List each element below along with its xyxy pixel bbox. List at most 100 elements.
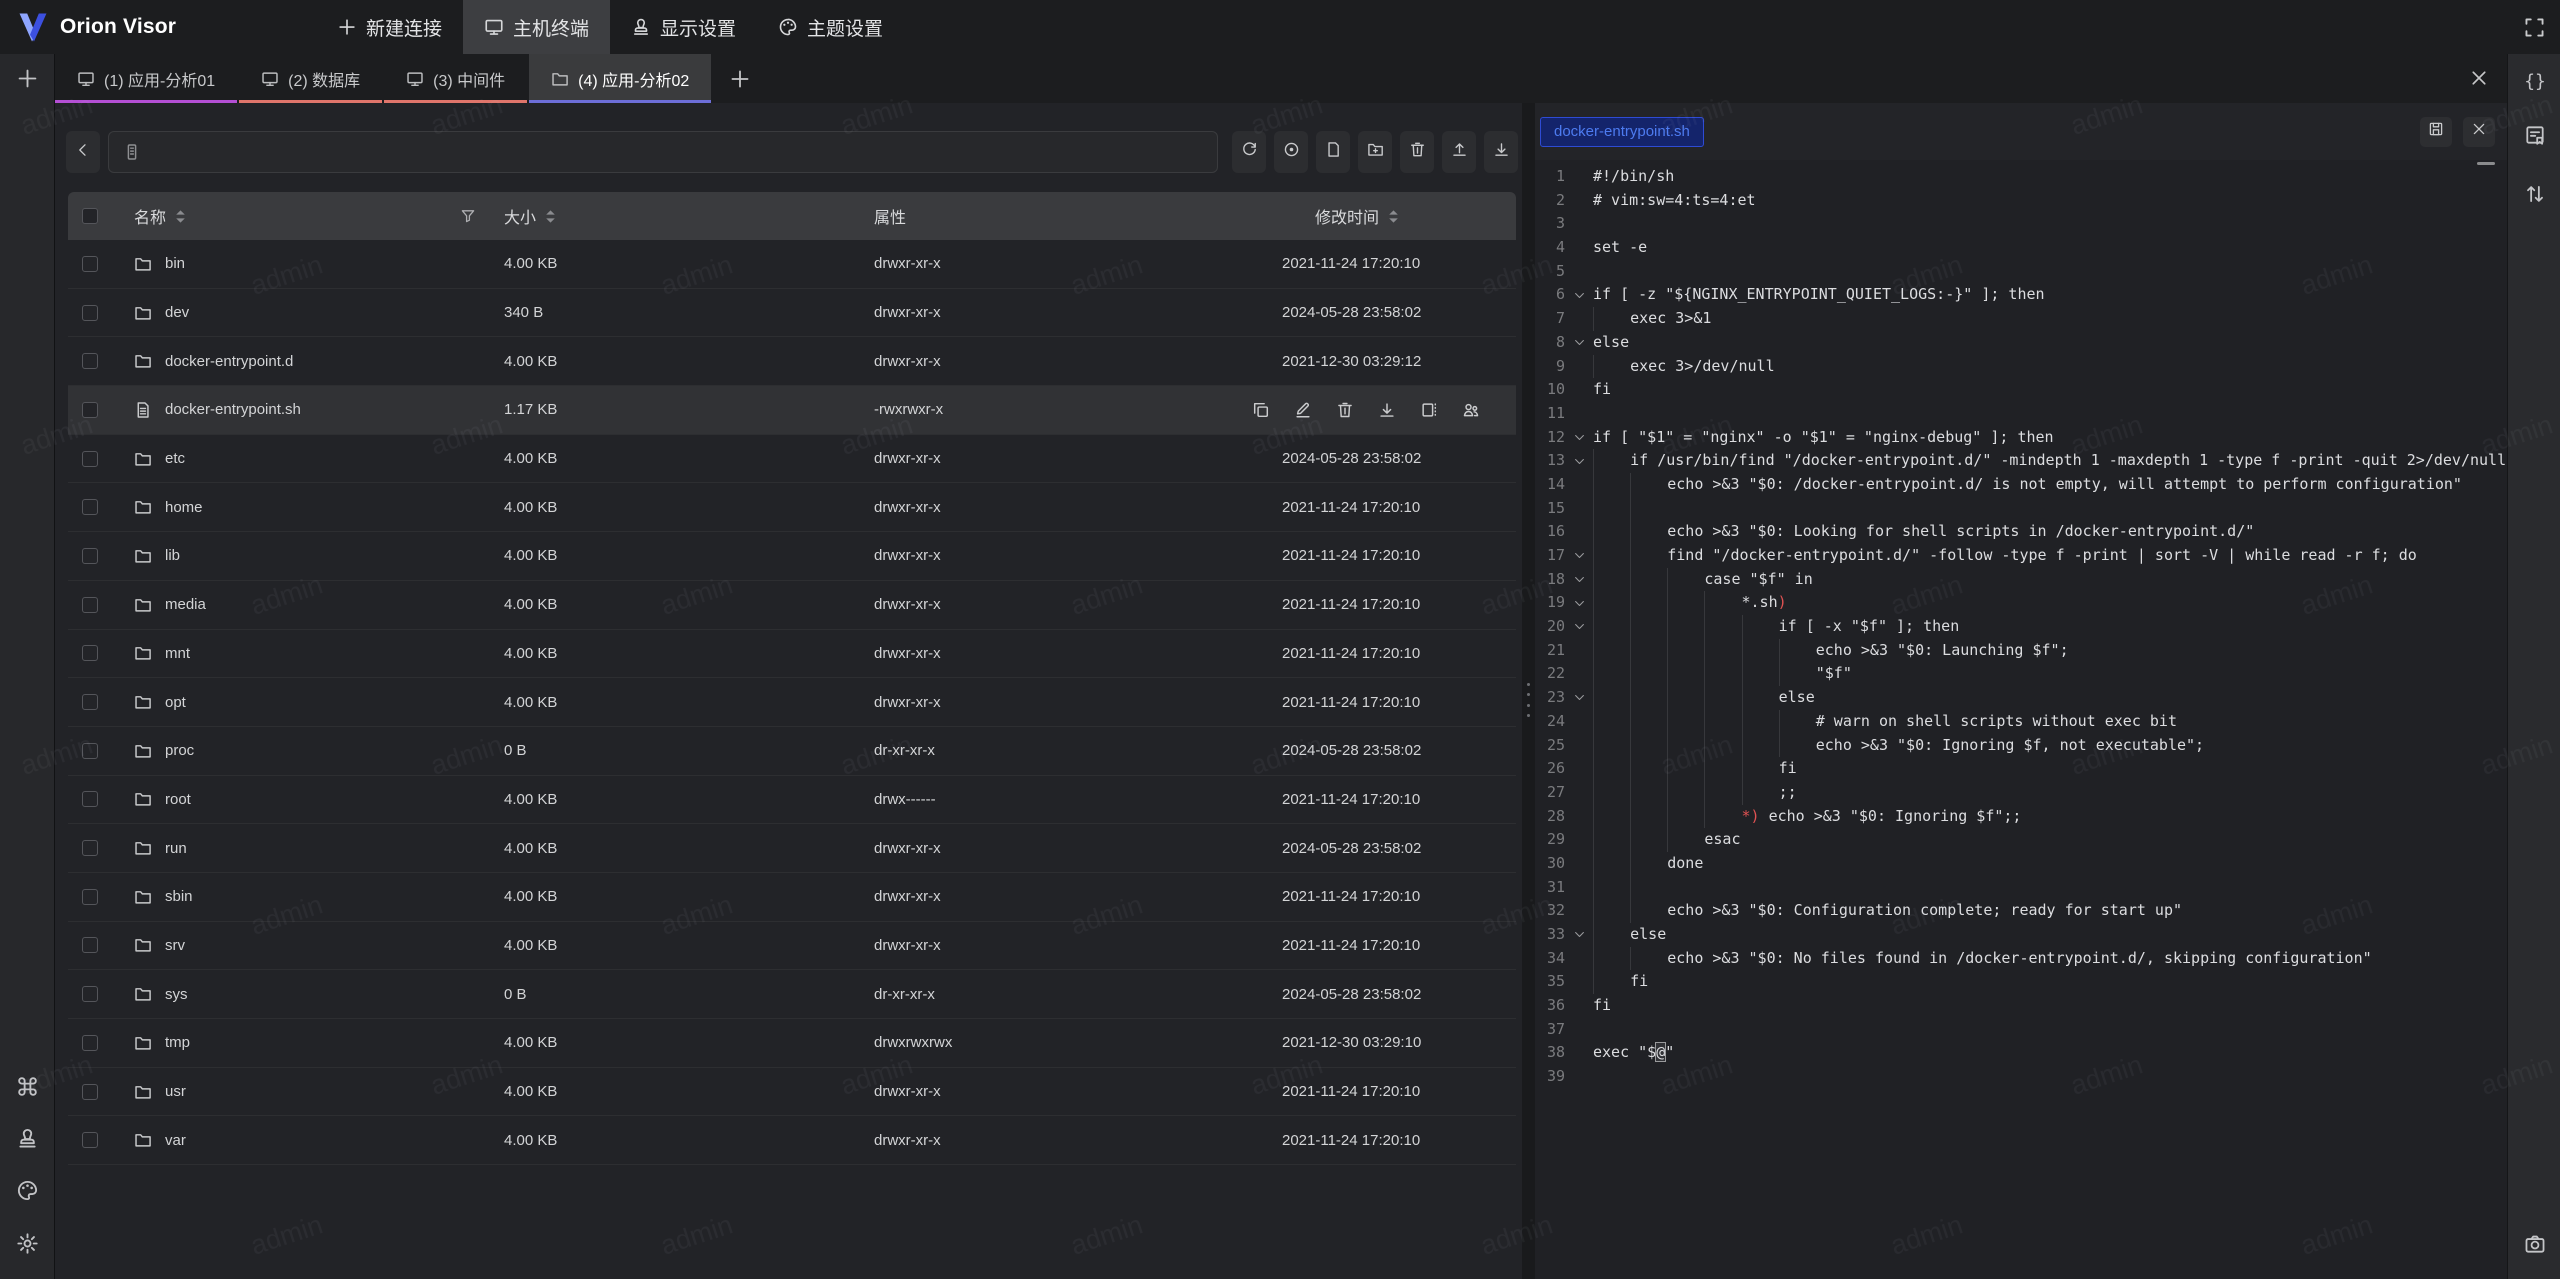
sort-carets-icon[interactable] (1387, 209, 1400, 224)
sort-carets-icon[interactable] (544, 209, 557, 224)
line-number: 33 (1539, 923, 1565, 947)
terminal-tab-3[interactable]: (3) 中间件 (384, 54, 527, 103)
sidebar-command-icon[interactable] (0, 1069, 55, 1103)
file-row[interactable]: opt4.00 KBdrwxr-xr-x2021-11-24 17:20:10 (68, 678, 1516, 727)
file-row[interactable]: docker-entrypoint.sh1.17 KB-rwxrwxr-x (68, 386, 1516, 435)
row-checkbox[interactable] (82, 889, 98, 905)
fold-chevron-down-icon[interactable] (1565, 449, 1593, 473)
row-checkbox[interactable] (82, 1035, 98, 1051)
file-row[interactable]: var4.00 KBdrwxr-xr-x2021-11-24 17:20:10 (68, 1116, 1516, 1165)
top-menu-item-3[interactable]: 显示设置 (610, 0, 757, 54)
path-input[interactable] (149, 132, 1217, 172)
row-checkbox[interactable] (82, 694, 98, 710)
top-menu-item-4[interactable]: 主题设置 (757, 0, 904, 54)
file-row[interactable]: mnt4.00 KBdrwxr-xr-x2021-11-24 17:20:10 (68, 630, 1516, 679)
filter-icon[interactable] (460, 208, 476, 224)
row-checkbox[interactable] (82, 256, 98, 272)
fold-chevron-down-icon[interactable] (1565, 591, 1593, 615)
strip-braces-icon[interactable]: {} (2508, 64, 2560, 98)
strip-doc-bookmark-icon[interactable] (2508, 118, 2560, 152)
fold-chevron-down-icon[interactable] (1565, 686, 1593, 710)
toolbar-eye-button[interactable] (1274, 131, 1308, 173)
file-row[interactable]: sbin4.00 KBdrwxr-xr-x2021-11-24 17:20:10 (68, 873, 1516, 922)
strip-swap-vertical-icon[interactable] (2508, 177, 2560, 211)
row-action-permissions-icon[interactable] (1462, 401, 1480, 419)
file-row[interactable]: proc0 Bdr-xr-xr-x2024-05-28 23:58:02 (68, 727, 1516, 776)
fold-chevron-down-icon[interactable] (1565, 331, 1593, 355)
top-menu-item-2[interactable]: 主机终端 (463, 0, 610, 54)
splitter-handle-icon[interactable] (1526, 683, 1531, 717)
file-row[interactable]: etc4.00 KBdrwxr-xr-x2024-05-28 23:58:02 (68, 435, 1516, 484)
fullscreen-icon[interactable] (2523, 16, 2546, 39)
row-checkbox[interactable] (82, 402, 98, 418)
file-row[interactable]: docker-entrypoint.d4.00 KBdrwxr-xr-x2021… (68, 337, 1516, 386)
row-checkbox[interactable] (82, 791, 98, 807)
terminal-tab-1[interactable]: (1) 应用-分析01 (55, 54, 237, 103)
row-checkbox[interactable] (82, 451, 98, 467)
new-tab-button[interactable] (729, 68, 751, 90)
sort-carets-icon[interactable] (174, 209, 187, 224)
terminal-tab-4[interactable]: (4) 应用-分析02 (529, 54, 711, 103)
row-checkbox[interactable] (82, 840, 98, 856)
row-checkbox[interactable] (82, 743, 98, 759)
fold-chevron-down-icon[interactable] (1565, 568, 1593, 592)
row-checkbox[interactable] (82, 986, 98, 1002)
row-action-trash-icon[interactable] (1336, 401, 1354, 419)
close-icon[interactable] (2469, 68, 2489, 88)
file-row[interactable]: lib4.00 KBdrwxr-xr-x2021-11-24 17:20:10 (68, 532, 1516, 581)
file-row[interactable]: root4.00 KBdrwx------2021-11-24 17:20:10 (68, 776, 1516, 825)
row-checkbox[interactable] (82, 548, 98, 564)
top-menu-item-1[interactable]: 新建连接 (316, 0, 463, 54)
file-row[interactable]: sys0 Bdr-xr-xr-x2024-05-28 23:58:02 (68, 970, 1516, 1019)
column-header-name[interactable]: 名称 (134, 204, 166, 228)
fold-chevron-down-icon[interactable] (1565, 544, 1593, 568)
row-action-copy-icon[interactable] (1252, 401, 1270, 419)
fold-chevron-down-icon[interactable] (1565, 426, 1593, 450)
column-header-mtime[interactable]: 修改时间 (1315, 204, 1379, 228)
path-input-wrap[interactable] (108, 131, 1218, 173)
row-checkbox[interactable] (82, 1132, 98, 1148)
sidebar-stamp-icon[interactable] (0, 1121, 55, 1155)
row-checkbox[interactable] (82, 353, 98, 369)
file-row[interactable]: tmp4.00 KBdrwxrwxrwx2021-12-30 03:29:10 (68, 1019, 1516, 1068)
fold-chevron-down-icon[interactable] (1565, 283, 1593, 307)
toolbar-refresh-button[interactable] (1232, 131, 1266, 173)
row-checkbox[interactable] (82, 499, 98, 515)
row-action-edit-icon[interactable] (1294, 401, 1312, 419)
code-editor[interactable]: 1#!/bin/sh2# vim:sw=4:ts=4:et34set -e56i… (1535, 160, 2507, 1279)
file-row[interactable]: run4.00 KBdrwxr-xr-x2024-05-28 23:58:02 (68, 824, 1516, 873)
back-button[interactable] (66, 131, 100, 173)
strip-camera-icon[interactable] (2508, 1227, 2560, 1261)
column-header-size[interactable]: 大小 (504, 204, 536, 228)
row-checkbox[interactable] (82, 1084, 98, 1100)
file-row[interactable]: bin4.00 KBdrwxr-xr-x2021-11-24 17:20:10 (68, 240, 1516, 289)
toolbar-new-folder-button[interactable] (1358, 131, 1392, 173)
toolbar-upload-button[interactable] (1442, 131, 1476, 173)
file-row[interactable]: home4.00 KBdrwxr-xr-x2021-11-24 17:20:10 (68, 483, 1516, 532)
row-action-move-icon[interactable] (1420, 401, 1438, 419)
row-checkbox[interactable] (82, 597, 98, 613)
line-number: 23 (1539, 686, 1565, 710)
sidebar-gear-icon[interactable] (0, 1226, 55, 1260)
open-file-chip[interactable]: docker-entrypoint.sh (1540, 117, 1704, 147)
toolbar-new-file-button[interactable] (1316, 131, 1350, 173)
select-all-checkbox[interactable] (82, 208, 98, 224)
row-checkbox[interactable] (82, 937, 98, 953)
file-row[interactable]: dev340 Bdrwxr-xr-x2024-05-28 23:58:02 (68, 289, 1516, 338)
sidebar-new-connection-button[interactable] (0, 61, 55, 95)
terminal-tab-2[interactable]: (2) 数据库 (239, 54, 382, 103)
fold-chevron-down-icon[interactable] (1565, 923, 1593, 947)
save-button[interactable] (2420, 117, 2452, 147)
row-checkbox[interactable] (82, 645, 98, 661)
row-checkbox[interactable] (82, 305, 98, 321)
close-editor-button[interactable] (2463, 117, 2495, 147)
fold-chevron-down-icon[interactable] (1565, 615, 1593, 639)
toolbar-download-button[interactable] (1484, 131, 1518, 173)
file-row[interactable]: media4.00 KBdrwxr-xr-x2021-11-24 17:20:1… (68, 581, 1516, 630)
toolbar-trash-button[interactable] (1400, 131, 1434, 173)
panel-splitter[interactable] (1522, 103, 1535, 1279)
file-row[interactable]: srv4.00 KBdrwxr-xr-x2021-11-24 17:20:10 (68, 922, 1516, 971)
row-action-download-icon[interactable] (1378, 401, 1396, 419)
sidebar-palette-icon[interactable] (0, 1173, 55, 1207)
file-row[interactable]: usr4.00 KBdrwxr-xr-x2021-11-24 17:20:10 (68, 1068, 1516, 1117)
